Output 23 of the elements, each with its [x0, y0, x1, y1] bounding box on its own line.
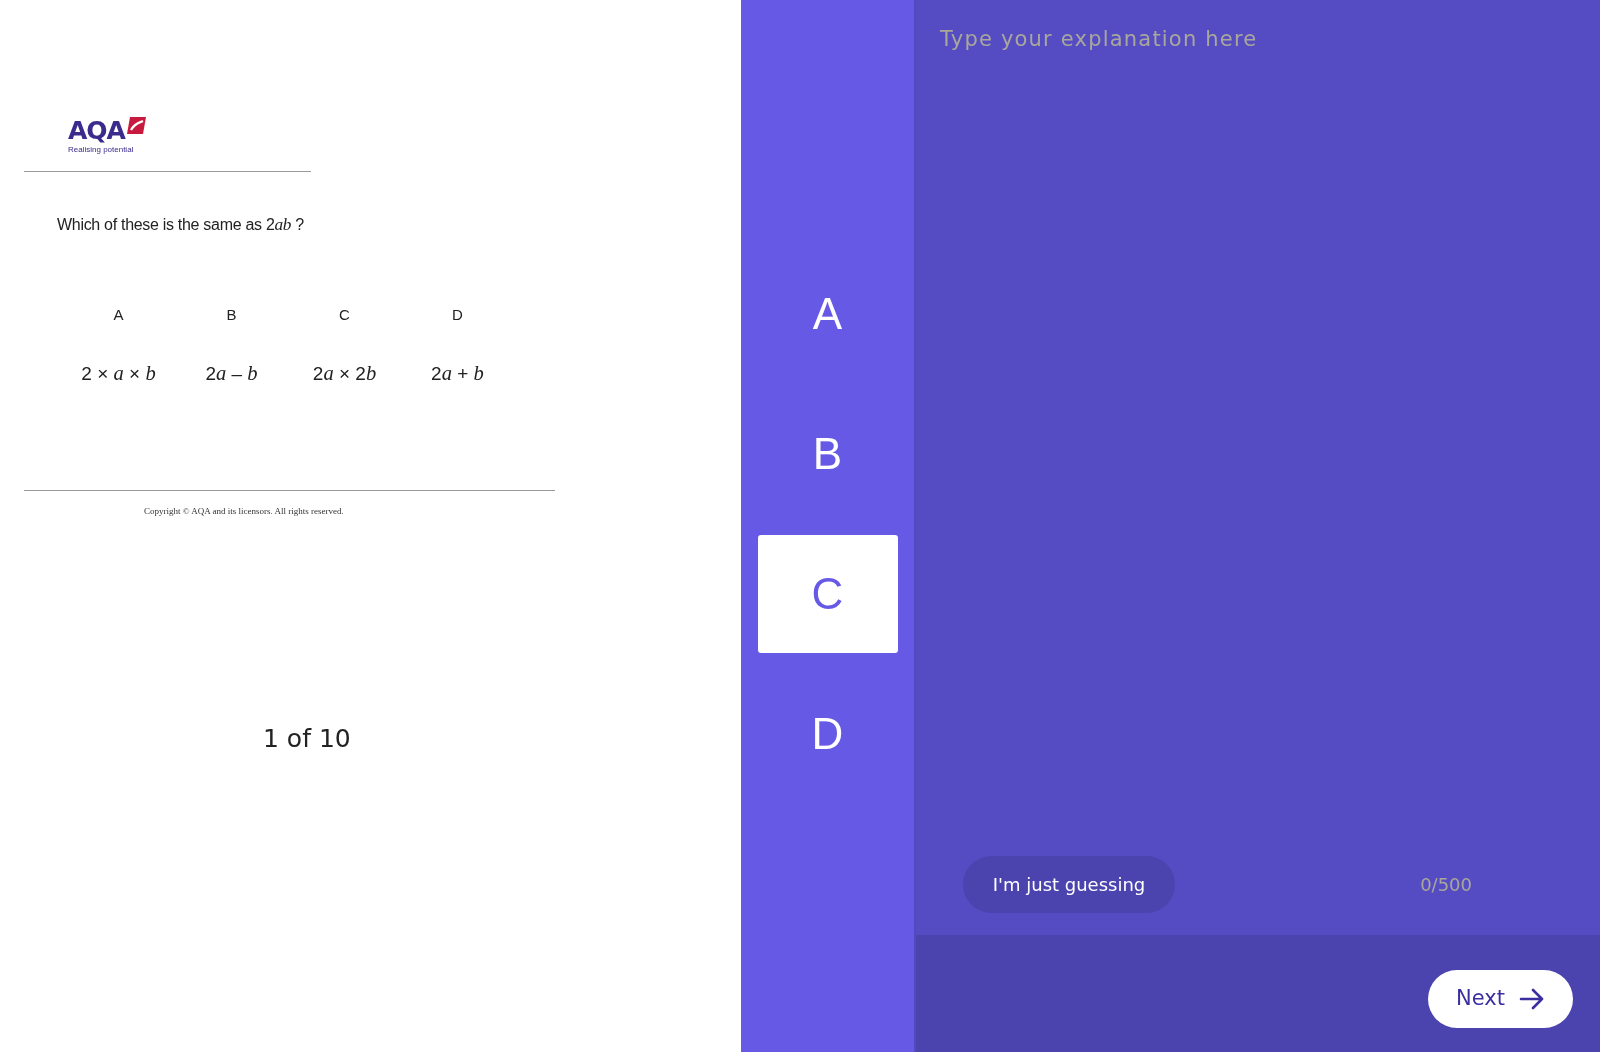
option-letter: C: [339, 306, 350, 324]
next-button[interactable]: Next: [1428, 969, 1573, 1028]
explanation-field[interactable]: Type your explanation here: [916, 0, 1600, 856]
answer-choice[interactable]: B: [757, 395, 898, 513]
option-letter: A: [113, 306, 124, 324]
option-letter: D: [452, 306, 463, 324]
character-count: 0/500: [1420, 873, 1472, 897]
logo-wordmark: AQA: [68, 117, 125, 145]
answer-choice[interactable]: A: [757, 255, 898, 373]
answer-choice[interactable]: D: [757, 675, 898, 793]
logo-tagline: Realising potential: [68, 145, 134, 154]
option-letter: B: [226, 306, 237, 324]
option-expression: 2a – b: [205, 362, 258, 385]
answer-choice[interactable]: C: [757, 535, 898, 653]
option-expression: 2a × 2b: [312, 362, 377, 385]
logo-mark-icon: [126, 117, 146, 134]
progress-text: 1 of 10: [263, 723, 351, 755]
arrow-right-icon: [1518, 987, 1545, 1010]
question-text: Which of these is the same as 2ab ?: [57, 215, 304, 235]
guessing-button[interactable]: I'm just guessing: [963, 856, 1175, 913]
copyright-text: Copyright © AQA and its licensors. All rights reserved.: [144, 506, 344, 516]
option-expression: 2a + b: [431, 362, 484, 385]
option-expression: 2 × a × b: [81, 362, 156, 385]
